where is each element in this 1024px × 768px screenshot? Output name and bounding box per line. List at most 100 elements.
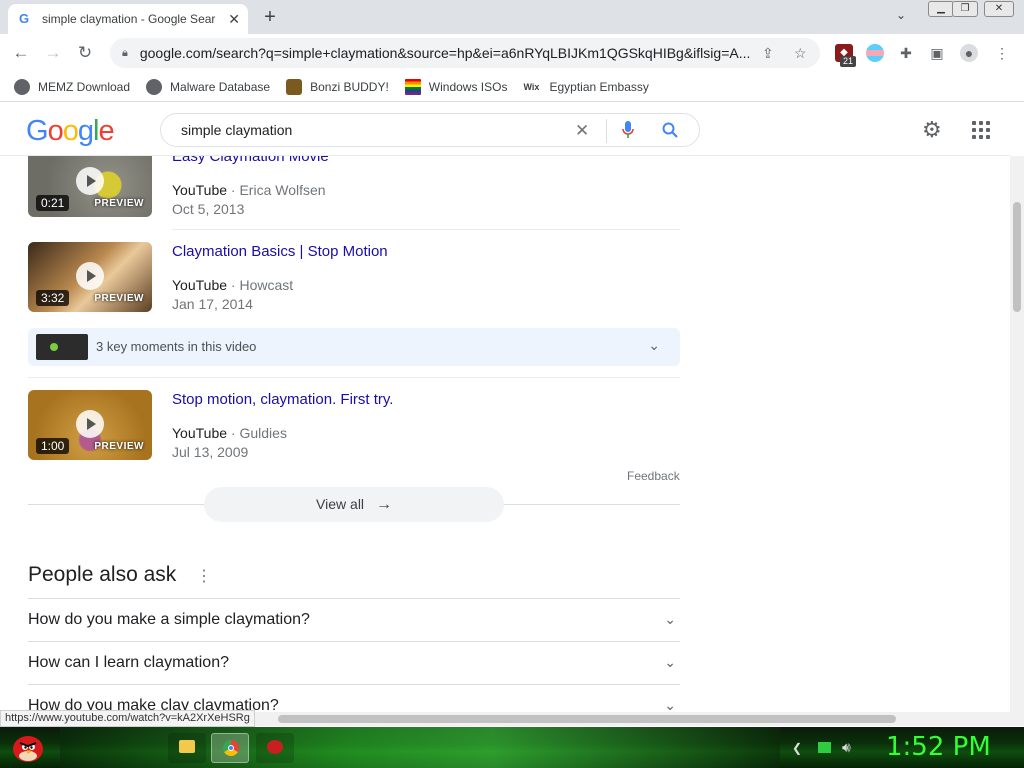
- google-header: Google simple claymation ✕ ⚙: [0, 103, 1010, 156]
- video-date: Jul 13, 2009: [172, 444, 249, 460]
- minimize-button[interactable]: ▁: [928, 1, 954, 17]
- bookmark-egyptian-embassy[interactable]: Wix Egyptian Embassy: [523, 79, 648, 95]
- video-duration: 1:00: [36, 438, 70, 454]
- video-thumbnail[interactable]: 3:32 PREVIEW: [28, 242, 152, 312]
- arrow-right-icon: →: [375, 496, 392, 513]
- search-results: 0:21 PREVIEW Easy Claymation Movie YouTu…: [0, 156, 1010, 712]
- video-date: Oct 5, 2013: [172, 201, 245, 217]
- preview-label: PREVIEW: [94, 441, 144, 452]
- share-icon[interactable]: ⇪: [762, 45, 774, 62]
- new-tab-button[interactable]: +: [258, 4, 282, 30]
- paa-question-text: How can I learn claymation?: [28, 654, 229, 671]
- paa-question-text: How do you make a simple claymation?: [28, 611, 310, 628]
- forward-button[interactable]: →: [42, 42, 64, 64]
- extensions-puzzle-icon[interactable]: ✚: [897, 44, 915, 62]
- taskbar: ❮ 🔊︎ 1:52 PM: [0, 727, 1024, 768]
- tab-title: simple claymation - Google Sear: [42, 12, 216, 26]
- tab-close-icon[interactable]: ✕: [228, 11, 240, 28]
- video-duration: 0:21: [36, 195, 70, 211]
- vertical-scrollbar[interactable]: [1010, 156, 1024, 712]
- bonzi-icon: [286, 78, 303, 95]
- separator-dot: ·: [227, 277, 240, 293]
- video-date: Jan 17, 2014: [172, 296, 253, 312]
- google-favicon-icon: G: [18, 11, 30, 26]
- search-input[interactable]: simple claymation ✕: [160, 113, 700, 147]
- bookmark-malware-db[interactable]: Malware Database: [146, 78, 271, 95]
- video-title-link[interactable]: Easy Claymation Movie: [172, 156, 329, 165]
- restore-button[interactable]: ❐: [952, 1, 978, 17]
- back-button[interactable]: ←: [10, 42, 32, 64]
- key-moment-thumbnail: [36, 334, 88, 360]
- horizontal-scroll-thumb[interactable]: [278, 715, 896, 723]
- separator-dot: ·: [227, 182, 240, 198]
- separator-dot: ·: [227, 425, 240, 441]
- start-button-angry-bird-icon[interactable]: [8, 729, 46, 765]
- google-apps-icon[interactable]: [972, 121, 990, 139]
- view-all-button[interactable]: View all →: [204, 487, 504, 522]
- video-source: YouTube · Howcast: [172, 277, 293, 293]
- divider: [28, 377, 680, 378]
- windows-flag-icon: [404, 78, 421, 95]
- tray-chevron-icon[interactable]: ❮: [792, 741, 802, 755]
- key-moments-expander[interactable]: 3 key moments in this video ⌄: [28, 328, 680, 366]
- reload-button[interactable]: ↻: [74, 42, 96, 64]
- extension-badge: 21: [840, 56, 856, 67]
- bookmark-memz[interactable]: MEMZ Download: [14, 78, 131, 95]
- more-options-icon[interactable]: ⋮: [196, 566, 212, 586]
- view-all-label: View all: [316, 496, 365, 512]
- video-thumbnail[interactable]: 1:00 PREVIEW: [28, 390, 152, 460]
- paa-question[interactable]: How can I learn claymation? ⌄: [28, 641, 680, 684]
- paa-question[interactable]: How do you make clay claymation? ⌄: [28, 684, 680, 712]
- play-icon: [76, 262, 104, 290]
- chrome-taskbar-icon[interactable]: [211, 733, 249, 763]
- preview-label: PREVIEW: [94, 293, 144, 304]
- profile-avatar-icon[interactable]: ●: [960, 44, 978, 62]
- search-query: simple claymation: [181, 122, 293, 138]
- address-bar[interactable]: 🔒︎ google.com/search?q=simple+claymation…: [110, 38, 820, 68]
- video-source-site: YouTube: [172, 425, 228, 441]
- app-taskbar-icon[interactable]: [256, 733, 294, 763]
- feedback-link[interactable]: Feedback: [627, 469, 680, 483]
- menu-kebab-icon[interactable]: ⋮: [993, 44, 1011, 62]
- status-bar-url: https://www.youtube.com/watch?v=kA2XrXeH…: [0, 710, 255, 727]
- chevron-down-icon: ⌄: [664, 697, 676, 712]
- vertical-scroll-thumb[interactable]: [1013, 202, 1021, 312]
- profile-extension-icon[interactable]: [866, 44, 884, 62]
- video-source-site: YouTube: [172, 182, 228, 198]
- wix-icon: Wix: [523, 81, 540, 92]
- network-icon[interactable]: [818, 742, 831, 753]
- search-icon[interactable]: [661, 121, 679, 139]
- video-thumbnail[interactable]: 0:21 PREVIEW: [28, 156, 152, 217]
- video-channel: Howcast: [239, 277, 294, 293]
- paa-question[interactable]: How do you make a simple claymation? ⌄: [28, 598, 680, 641]
- close-window-button[interactable]: ✕: [984, 1, 1014, 17]
- tab-search-chevron-icon[interactable]: ⌄: [896, 8, 906, 22]
- google-logo[interactable]: Google: [26, 115, 115, 148]
- video-source-site: YouTube: [172, 277, 228, 293]
- lock-icon: 🔒︎: [122, 46, 128, 59]
- bookmark-star-icon[interactable]: ☆: [794, 45, 807, 62]
- video-title-link[interactable]: Stop motion, claymation. First try.: [172, 391, 393, 408]
- people-also-ask-heading: People also ask: [28, 563, 177, 586]
- volume-icon[interactable]: 🔊︎: [842, 739, 851, 756]
- search-divider: [606, 119, 607, 143]
- bookmark-windows-isos[interactable]: Windows ISOs: [404, 78, 507, 95]
- bookmark-label: MEMZ Download: [38, 79, 131, 94]
- tab-strip: G simple claymation - Google Sear ✕ + ⌄ …: [0, 0, 1024, 34]
- video-channel: Erica Wolfsen: [239, 182, 326, 198]
- url-text: google.com/search?q=simple+claymation&so…: [139, 45, 750, 61]
- bookmark-bonzi[interactable]: Bonzi BUDDY!: [286, 78, 389, 95]
- clear-search-icon[interactable]: ✕: [575, 121, 589, 141]
- microphone-icon[interactable]: [621, 120, 635, 140]
- video-duration: 3:32: [36, 290, 70, 306]
- taskbar-clock[interactable]: 1:52 PM: [886, 732, 991, 762]
- bookmark-label: Malware Database: [170, 79, 271, 94]
- play-icon: [76, 167, 104, 195]
- settings-gear-icon[interactable]: ⚙: [922, 117, 942, 143]
- divider: [172, 229, 680, 230]
- browser-tab[interactable]: G simple claymation - Google Sear ✕: [8, 4, 248, 34]
- video-title-link[interactable]: Claymation Basics | Stop Motion: [172, 243, 388, 260]
- bookmark-label: Bonzi BUDDY!: [310, 79, 389, 94]
- file-explorer-taskbar-icon[interactable]: [168, 733, 206, 763]
- side-panel-icon[interactable]: ▣: [928, 44, 946, 62]
